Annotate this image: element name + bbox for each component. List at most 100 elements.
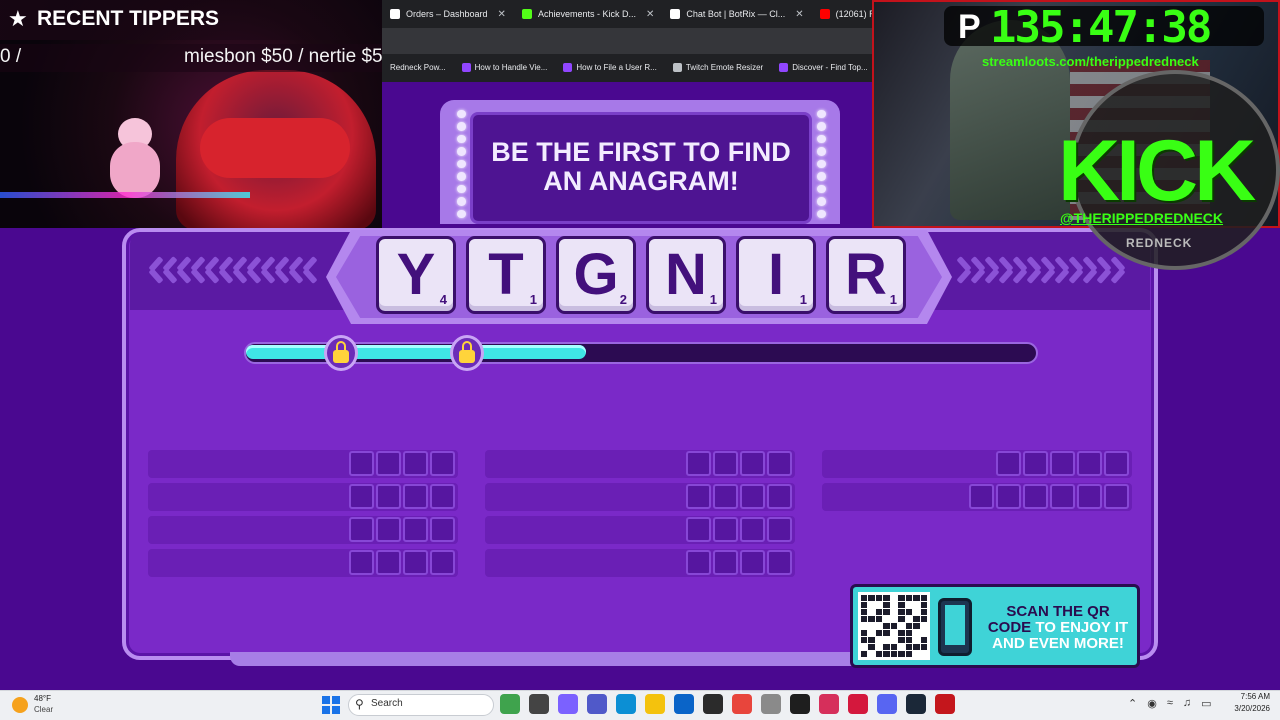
discord-app-icon[interactable] [877,694,897,714]
marquee-bulb [456,172,466,181]
letter-slot [686,484,711,509]
browser-tab[interactable]: Orders – Dashboard ✕ [382,0,514,28]
terminal-app-icon[interactable] [790,694,810,714]
network-app-icon[interactable] [761,694,781,714]
plush-toy [110,142,160,198]
windows-start-icon[interactable] [322,696,340,714]
letter-tile[interactable]: I1 [736,236,816,314]
letter-slot [767,517,792,542]
letter-slot [349,484,374,509]
weather-moon-icon[interactable] [12,697,28,713]
chevron-left-icon [202,252,214,288]
copilot-app-icon[interactable] [558,694,578,714]
kick-handle: @THERIPPEDREDNECK [1060,210,1224,226]
browser-tab[interactable]: Achievements - Kick D... ✕ [514,0,662,28]
marquee-bulb [816,197,826,206]
bookmark[interactable]: Redneck Pow... [382,56,454,78]
weather-desc[interactable]: Clear [34,705,53,714]
letter-slot [740,550,765,575]
chrome-app-icon[interactable] [732,694,752,714]
browser-tab[interactable]: Chat Bot | BotRix — Cl... ✕ [662,0,811,28]
teams-app-icon[interactable] [587,694,607,714]
chevron-left-icon [230,252,242,288]
record-app-icon[interactable] [935,694,955,714]
chevron-right-icon [1084,252,1096,288]
marquee-bulb [816,172,826,181]
tile-points: 4 [439,292,447,307]
steam-app-icon[interactable] [906,694,926,714]
chevron-right-icon [1070,252,1082,288]
marquee-bulb [456,209,466,218]
address-bar[interactable] [382,28,872,54]
edge-app-icon[interactable] [616,694,636,714]
marquee-bulb [816,147,826,156]
clock-date[interactable]: 3/20/2026 [1196,704,1270,713]
word-slots [969,484,1129,509]
explorer-app-icon[interactable] [645,694,665,714]
letter-tile[interactable]: G2 [556,236,636,314]
qr-code[interactable] [858,592,930,660]
bookmark[interactable]: How to File a User R... [555,56,664,78]
timer-value: 135:47:38 [990,2,1212,53]
letter-slot [767,451,792,476]
bookmark-label: Discover - Find Top... [792,62,868,72]
letter-slot [1077,484,1102,509]
volume-icon[interactable]: ♫ [1183,697,1191,710]
search-placeholder[interactable]: Search [371,698,403,709]
letter-tile[interactable]: Y4 [376,236,456,314]
file-manager-app-icon[interactable] [529,694,549,714]
letter-slot [1050,451,1075,476]
chevron-up-icon[interactable]: ⌃ [1128,697,1137,710]
tab-label: Achievements - Kick D... [537,9,636,19]
close-icon[interactable]: ✕ [498,9,506,20]
letter-tile[interactable]: T1 [466,236,546,314]
letter-slot [996,451,1021,476]
bookmark[interactable]: How to Handle Vie... [454,56,556,78]
star-icon: ★ [8,6,28,31]
widgets-app-icon[interactable] [500,694,520,714]
obs-app-icon[interactable] [703,694,723,714]
chevron-left-icon [286,252,298,288]
audio-app-icon[interactable] [819,694,839,714]
botrix-icon [670,9,681,19]
gtr-app-icon[interactable] [848,694,868,714]
taskbar-search[interactable] [348,694,494,716]
wifi-icon[interactable]: ≈ [1167,697,1173,710]
bookmark[interactable]: Twitch Emote Resizer [665,56,771,78]
weather-temp[interactable]: 48°F [34,694,51,703]
letter-slot [1104,484,1129,509]
browser-window: Orders – Dashboard ✕ Achievements - Kick D… [382,0,928,82]
word-slots [686,484,792,509]
qr-callout: SCAN THE QR CODE TO ENJOY IT AND EVEN MO… [978,604,1138,652]
bookmark[interactable]: Discover - Find Top... [771,56,875,78]
tab-label: Chat Bot | BotRix — Cl... [686,9,786,19]
letter-slot [969,484,994,509]
board-rail [230,652,870,666]
progress-fill [246,345,586,359]
chevron-left-icon [258,252,270,288]
marquee-bulb [816,122,826,131]
browser-tabs: Orders – Dashboard ✕ Achievements - Kick D… [382,0,936,28]
letter-slot [349,550,374,575]
marquee-bulb [456,159,466,169]
marquee-bulb [456,147,466,156]
letter-slot [376,517,401,542]
close-icon[interactable]: ✕ [646,9,654,20]
letter-tile[interactable]: R1 [826,236,906,314]
word-slots [996,451,1129,476]
letter-slot [686,451,711,476]
close-icon[interactable]: ✕ [795,9,803,20]
outlook-app-icon[interactable] [674,694,694,714]
letter-slot [430,550,455,575]
word-slots [686,451,792,476]
neon-strip [0,192,250,198]
letter-tile[interactable]: N1 [646,236,726,314]
marquee-bulb [816,184,826,194]
bookmark-label: Redneck Pow... [390,62,446,72]
chevron-right-icon [958,252,970,288]
qr-line2a: CODE [987,619,1036,636]
network-icon[interactable]: ◉ [1147,697,1157,710]
letter-slot [430,451,455,476]
clock-time[interactable]: 7:56 AM [1196,692,1270,701]
letter-slot [740,451,765,476]
